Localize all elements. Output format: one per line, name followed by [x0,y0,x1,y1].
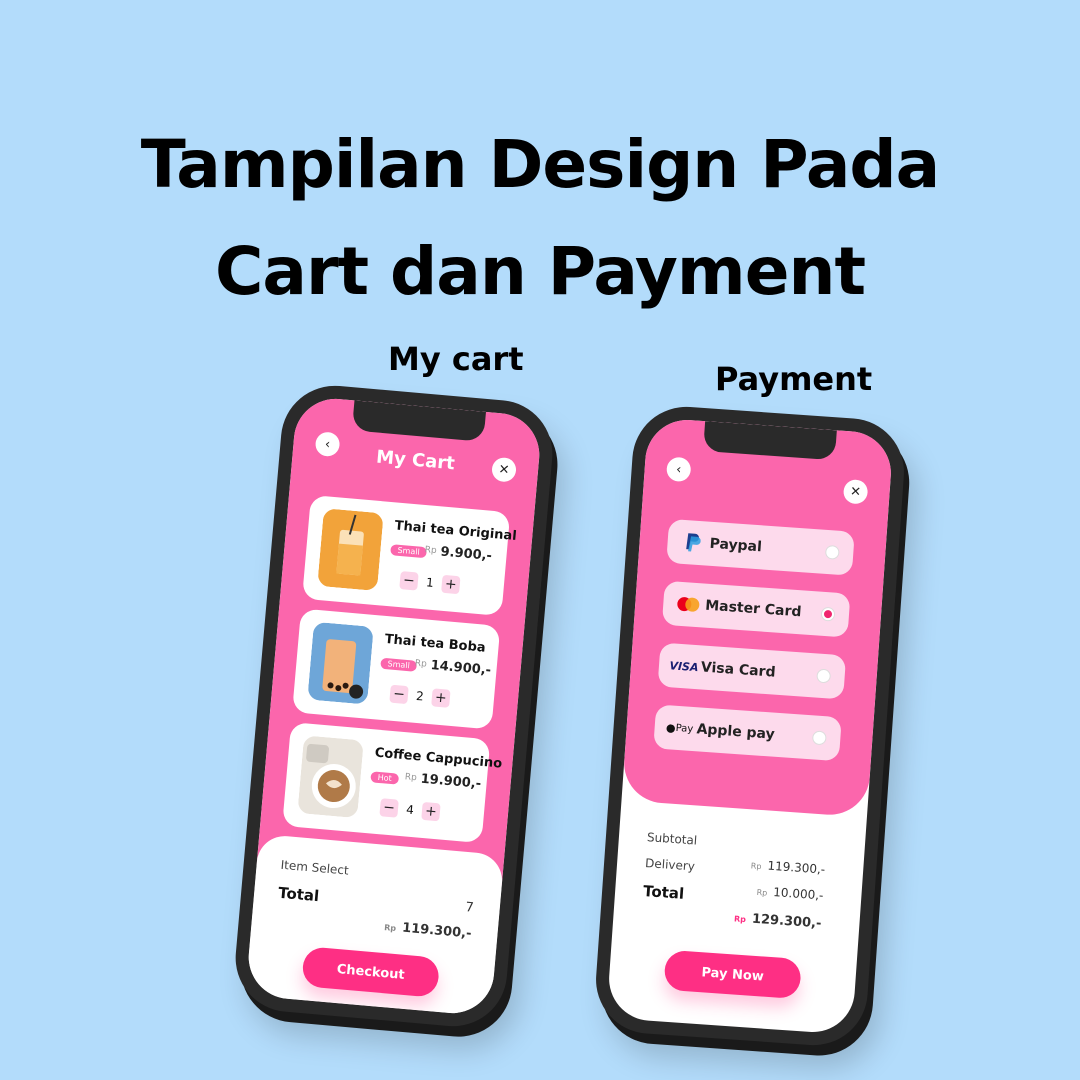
total-label: Total [277,883,320,906]
decrease-button[interactable]: − [379,798,399,818]
subtotal-value-wrap: Rp 119.300,- [750,857,826,877]
delivery-label: Delivery [644,856,696,874]
payment-screen: ‹ ✕ Paypal Master Card VISA Visa Card ● … [606,417,894,1035]
subtotal-value: 119.300,- [767,858,826,877]
cart-item[interactable]: Thai tea Boba Small Rp 14.900,- − 2 + [292,608,501,730]
payment-label: Paypal [709,535,763,556]
thai-tea-original-image [317,508,384,592]
pay-now-button[interactable]: Pay Now [663,949,802,1000]
cart-phone: ‹ ✕ My Cart Thai tea Original Small Rp 9… [231,381,557,1031]
chevron-left-icon: ‹ [675,461,682,478]
currency-label: Rp [750,861,762,872]
close-icon: ✕ [497,461,511,478]
subtotal-label: Subtotal [646,830,698,848]
payment-label: Apple pay [696,721,776,743]
cart-item[interactable]: Coffee Cappucino Hot Rp 19.900,- − 4 + [282,722,503,844]
item-price: 9.900,- [439,544,493,564]
total-value: 129.300,- [751,911,822,932]
apple-pay-icon: ● Pay [665,720,694,735]
radio-dot [823,609,833,619]
coffee-cappucino-image [297,735,364,819]
size-badge: Hot [370,771,400,785]
payment-phone-label: Payment [715,360,873,398]
quantity-stepper: − 1 + [399,571,461,595]
currency-label: Rp [404,772,418,784]
mastercard-icon [671,595,706,613]
total-value-wrap: Rp 129.300,- [733,910,822,932]
delivery-value-wrap: Rp 10.000,- [756,884,824,903]
payment-phone: ‹ ✕ Paypal Master Card VISA Visa Card ● … [592,403,908,1049]
item-price: 19.900,- [420,771,482,792]
item-select-value: 7 [464,900,475,916]
quantity-stepper: − 4 + [379,798,441,822]
payment-label: Master Card [704,597,802,621]
increase-button[interactable]: + [431,688,451,708]
headline: Tampilan Design Pada Cart dan Payment [0,112,1080,326]
currency-label: Rp [756,887,768,898]
quantity-stepper: − 2 + [389,684,451,708]
item-name: Thai tea Boba [384,631,487,656]
close-icon: ✕ [849,483,862,500]
total-value-wrap: Rp 119.300,- [384,919,472,942]
visa-icon: VISA [669,658,699,674]
paypal-icon [675,531,710,553]
side-button [536,574,548,635]
item-name: Coffee Cappucino [374,745,503,772]
total-label: Total [642,881,685,903]
cart-screen: ‹ ✕ My Cart Thai tea Original Small Rp 9… [245,395,543,1017]
cart-item[interactable]: Thai tea Original Small Rp 9.900,- − 1 + [302,494,517,617]
thai-tea-boba-image [307,621,374,705]
delivery-value: 10.000,- [772,885,824,903]
side-button [891,591,901,653]
checkout-button[interactable]: Checkout [301,946,441,998]
decrease-button[interactable]: − [389,684,409,705]
item-price: 14.900,- [430,658,492,679]
headline-line-2: Cart dan Payment [215,232,866,310]
currency-label: Rp [733,914,747,925]
size-badge: Small [380,657,418,672]
headline-line-1: Tampilan Design Pada [140,126,940,203]
radio-button[interactable] [816,668,832,684]
quantity-value: 2 [415,688,425,704]
currency-label: Rp [424,545,438,557]
item-name: Thai tea Original [394,518,518,545]
cart-summary: Item Select Total 7 Rp 119.300,- Checkout [245,833,505,1017]
size-badge: Small [390,544,428,559]
radio-button-selected[interactable] [820,606,836,622]
payment-label: Visa Card [700,659,777,681]
increase-button[interactable]: + [441,574,461,595]
cart-phone-label: My cart [388,340,524,378]
radio-button[interactable] [811,730,827,746]
currency-label: Rp [414,658,428,670]
quantity-value: 4 [405,802,415,818]
chevron-left-icon: ‹ [324,436,331,452]
increase-button[interactable]: + [421,801,441,822]
currency-label: Rp [383,923,397,934]
total-value: 119.300,- [401,920,473,942]
quantity-value: 1 [425,575,435,590]
decrease-button[interactable]: − [399,571,419,591]
radio-button[interactable] [824,544,840,560]
item-select-label: Item Select [280,857,350,878]
